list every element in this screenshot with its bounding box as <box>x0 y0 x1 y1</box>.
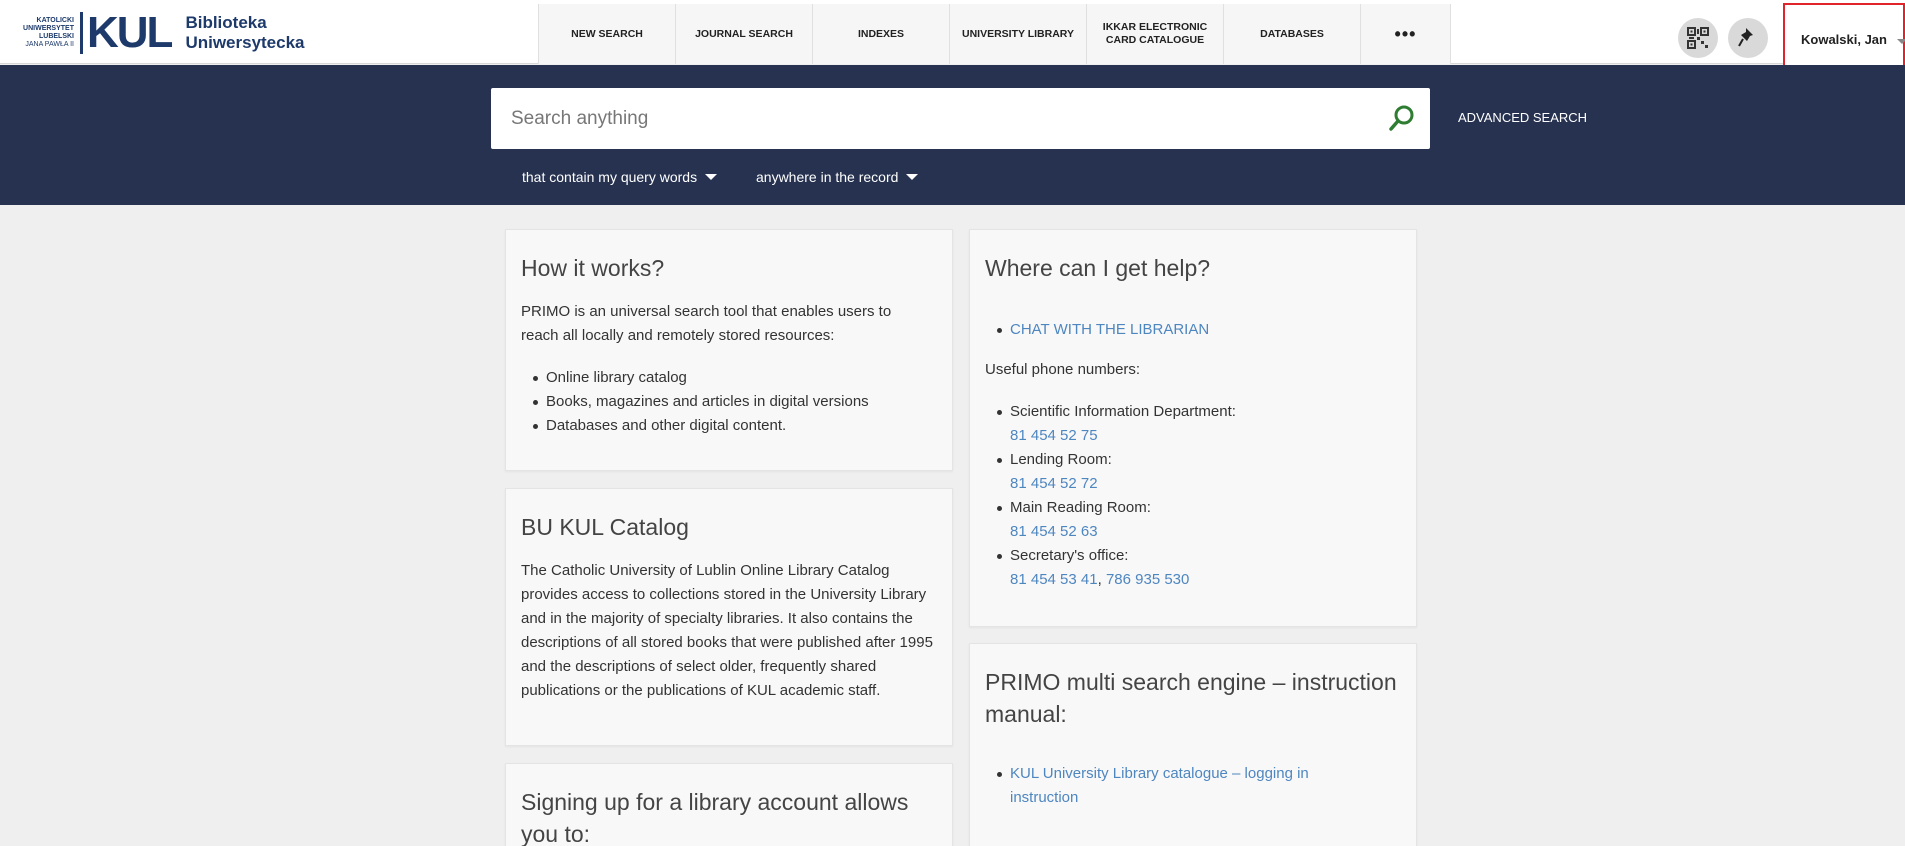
list-item: Online library catalog <box>506 366 946 390</box>
card-text: The Catholic University of Lublin Online… <box>521 562 933 699</box>
chevron-down-icon <box>1897 39 1905 44</box>
card-text: PRIMO is an universal search tool that e… <box>521 303 892 344</box>
query-match-dropdown[interactable]: that contain my query words <box>522 169 718 185</box>
phone-item: Main Reading Room: 81 454 52 63 <box>970 496 1410 544</box>
nav-more-button[interactable]: ••• <box>1361 4 1451 64</box>
manual-list: KUL University Library catalogue – loggi… <box>970 762 1370 810</box>
user-name: Kowalski, Jan <box>1801 32 1887 47</box>
search-icon[interactable] <box>1387 103 1417 133</box>
main-navigation: NEW SEARCH JOURNAL SEARCH INDEXES UNIVER… <box>538 4 1451 64</box>
help-card: Where can I get help? CHAT WITH THE LIBR… <box>969 229 1417 627</box>
logo-university-name: KATOLICKI UNIWERSYTET LUBELSKI JANA PAWŁ… <box>8 17 74 49</box>
phone-label: Main Reading Room: <box>1010 499 1151 516</box>
search-box <box>491 88 1430 149</box>
pin-icon <box>1738 28 1753 47</box>
logging-in-instruction-link[interactable]: KUL University Library catalogue – loggi… <box>1010 765 1309 806</box>
logo-line: JANA PAWŁA II <box>25 41 74 48</box>
card-title: How it works? <box>521 255 665 281</box>
logo-line: UNIWERSYTET <box>23 25 74 32</box>
primo-manual-card: PRIMO multi search engine – instruction … <box>969 643 1417 846</box>
phone-item: Lending Room: 81 454 52 72 <box>970 448 1410 496</box>
favorites-pin-button[interactable] <box>1728 18 1768 58</box>
chat-with-librarian-link[interactable]: CHAT WITH THE LIBRARIAN <box>1010 321 1209 338</box>
phone-numbers: 81 454 53 41, 786 935 530 <box>1010 568 1410 592</box>
phone-number-link[interactable]: 81 454 53 41 <box>1010 571 1098 588</box>
phone-label: Secretary's office: <box>1010 547 1129 564</box>
list-item: CHAT WITH THE LIBRARIAN <box>970 318 1410 342</box>
nav-university-library[interactable]: UNIVERSITY LIBRARY <box>950 4 1087 64</box>
phone-label: Scientific Information Department: <box>1010 403 1236 420</box>
phones-label: Useful phone numbers: <box>985 361 1141 378</box>
nav-indexes[interactable]: INDEXES <box>813 4 950 64</box>
separator: , <box>1097 571 1106 588</box>
phone-list: Scientific Information Department: 81 45… <box>970 400 1410 592</box>
phone-number-link[interactable]: 786 935 530 <box>1106 571 1189 588</box>
top-bar: KATOLICKI UNIWERSYTET LUBELSKI JANA PAWŁ… <box>0 0 1905 86</box>
nav-databases[interactable]: DATABASES <box>1224 4 1361 64</box>
phone-item: Scientific Information Department: 81 45… <box>970 400 1410 448</box>
logo-mark: KUL <box>80 11 173 55</box>
list-item: Books, magazines and articles in digital… <box>506 390 946 414</box>
card-title: PRIMO multi search engine – instruction … <box>985 669 1397 727</box>
query-match-label: that contain my query words <box>522 169 698 185</box>
nav-new-search[interactable]: NEW SEARCH <box>539 4 676 64</box>
phone-number-link[interactable]: 81 454 52 72 <box>1010 472 1410 496</box>
chat-list: CHAT WITH THE LIBRARIAN <box>970 318 1410 342</box>
caret-down-icon <box>906 174 919 180</box>
advanced-search-link[interactable]: ADVANCED SEARCH <box>1458 110 1587 125</box>
logo-name-line1: Biblioteka <box>185 13 267 32</box>
card-title: Signing up for a library account allows … <box>521 789 909 846</box>
qr-code-icon <box>1687 27 1709 49</box>
logo-line: LUBELSKI <box>39 33 74 40</box>
search-bar-section: ADVANCED SEARCH that contain my query wo… <box>0 65 1905 205</box>
logo-name-line2: Uniwersytecka <box>185 33 305 52</box>
search-scope-label: anywhere in the record <box>756 169 899 185</box>
card-title: BU KUL Catalog <box>521 514 689 540</box>
qr-code-button[interactable] <box>1678 18 1718 58</box>
phone-number-link[interactable]: 81 454 52 63 <box>1010 520 1410 544</box>
bu-kul-catalog-card: BU KUL Catalog The Catholic University o… <box>505 488 953 746</box>
phone-label: Lending Room: <box>1010 451 1112 468</box>
library-logo[interactable]: KATOLICKI UNIWERSYTET LUBELSKI JANA PAWŁ… <box>8 10 304 56</box>
phone-item: Secretary's office: 81 454 53 41, 786 93… <box>970 544 1410 592</box>
search-input[interactable] <box>511 88 1371 149</box>
card-title: Where can I get help? <box>985 255 1211 281</box>
how-it-works-card: How it works? PRIMO is an universal sear… <box>505 229 953 471</box>
features-list: Online library catalog Books, magazines … <box>506 366 946 438</box>
list-item: KUL University Library catalogue – loggi… <box>970 762 1370 810</box>
logo-library-name: Biblioteka Uniwersytecka <box>185 13 304 53</box>
nav-ikkar-catalogue[interactable]: IKKAR ELECTRONIC CARD CATALOGUE <box>1087 4 1224 64</box>
search-scope-dropdown[interactable]: anywhere in the record <box>756 169 919 185</box>
signing-up-card: Signing up for a library account allows … <box>505 763 953 846</box>
phone-number-link[interactable]: 81 454 52 75 <box>1010 424 1410 448</box>
list-item: Databases and other digital content. <box>506 414 946 438</box>
caret-down-icon <box>705 174 718 180</box>
logo-line: KATOLICKI <box>36 17 74 24</box>
nav-journal-search[interactable]: JOURNAL SEARCH <box>676 4 813 64</box>
